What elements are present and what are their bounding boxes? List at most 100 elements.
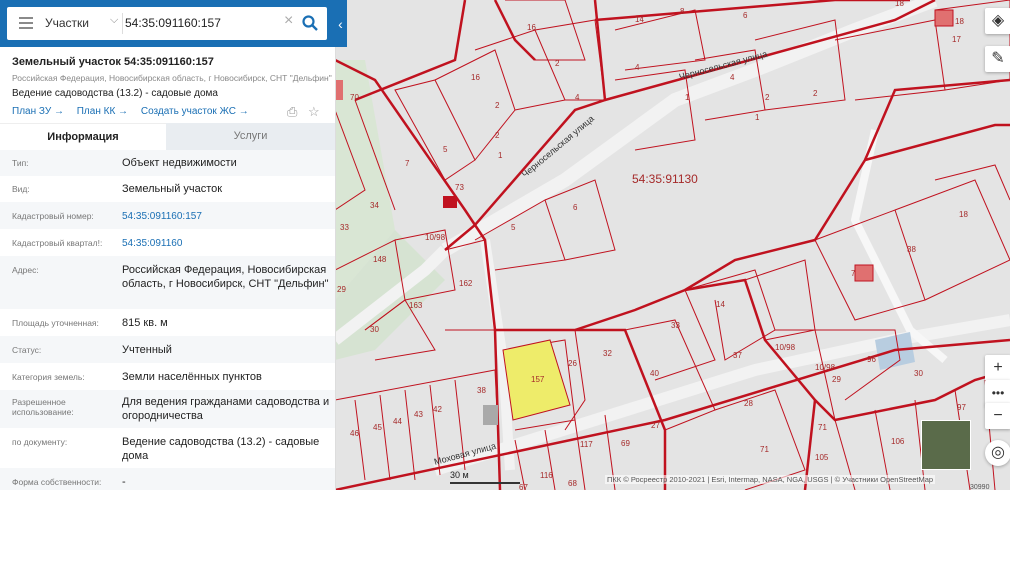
parcel-number[interactable]: 14: [716, 300, 725, 309]
parcel-number[interactable]: 43: [414, 410, 423, 419]
parcel-number[interactable]: 32: [603, 349, 612, 358]
parcel-number[interactable]: 18: [895, 0, 904, 8]
parcel-number[interactable]: 34: [370, 201, 379, 210]
parcel-number[interactable]: 10/98: [425, 233, 446, 242]
parcel-number[interactable]: 163: [409, 301, 423, 310]
parcel-number[interactable]: 7: [405, 159, 410, 168]
scale-label: 30 м: [450, 470, 469, 480]
parcel-number[interactable]: 68: [568, 479, 577, 488]
parcel-number[interactable]: 5: [511, 223, 516, 232]
parcel-number[interactable]: 71: [760, 445, 769, 454]
tab-info[interactable]: Информация: [0, 123, 166, 151]
parcel-number[interactable]: 1: [498, 151, 503, 160]
print-icon[interactable]: ⎙: [287, 104, 297, 120]
parcel-number[interactable]: 96: [867, 355, 876, 364]
parcel-number[interactable]: 2: [495, 131, 500, 140]
search-input[interactable]: 54:35:091160:157: [125, 16, 221, 30]
parcel-number[interactable]: 97: [957, 403, 966, 412]
parcel-number[interactable]: 38: [907, 245, 916, 254]
row-label: Статус:: [12, 345, 42, 355]
parcel-number[interactable]: 116: [540, 471, 553, 480]
parcel-number[interactable]: 117: [580, 440, 593, 449]
parcel-number[interactable]: 29: [337, 285, 346, 294]
parcel-number[interactable]: 162: [459, 279, 473, 288]
parcel-number[interactable]: 29: [832, 375, 841, 384]
parcel-number[interactable]: 30: [370, 325, 379, 334]
zoom-in-icon: +: [993, 359, 1003, 376]
table-row: Разрешенное использование: Для ведения г…: [0, 390, 335, 428]
parcel-number[interactable]: 40: [650, 369, 659, 378]
parcel-number[interactable]: 2: [555, 59, 560, 68]
parcel-number[interactable]: 44: [393, 417, 402, 426]
cadastral-map[interactable]: 14 8 6 18 17 18 16 2 16 4 4 1 4 2 2 1 7 5 2 2 1 6 5 34 33 148 162 2…: [335, 0, 1010, 490]
parcel-number[interactable]: 4: [635, 63, 640, 72]
map-canvas[interactable]: 148 61817181621644142 21752216534331481622…: [335, 0, 1010, 490]
locate-button[interactable]: ◎: [985, 440, 1010, 466]
search-icon[interactable]: [301, 14, 319, 32]
tabs: Информация Услуги: [0, 123, 335, 151]
parcel-number[interactable]: 6: [743, 11, 748, 20]
parcel-number[interactable]: 18: [959, 210, 968, 219]
parcel-number[interactable]: 33: [340, 223, 349, 232]
parcel-number[interactable]: 18: [955, 17, 964, 26]
parcel-number[interactable]: 69: [621, 439, 630, 448]
building: [443, 196, 457, 208]
tab-services[interactable]: Услуги: [166, 123, 335, 150]
parcel-number[interactable]: 1: [685, 93, 690, 102]
parcel-number[interactable]: 4: [730, 73, 735, 82]
parcel-number[interactable]: 7: [851, 269, 856, 278]
parcel-number[interactable]: 8: [680, 7, 685, 16]
parcel-number[interactable]: 30: [914, 369, 923, 378]
selected-parcel-label[interactable]: 157: [531, 375, 545, 384]
parcel-number[interactable]: 5: [443, 145, 448, 154]
parcel-number[interactable]: 4: [575, 93, 580, 102]
plan-zu-link[interactable]: План ЗУ →: [12, 106, 64, 117]
parcel-number[interactable]: 16: [527, 23, 536, 32]
parcel-number[interactable]: 33: [671, 321, 680, 330]
cadastral-quarter-link[interactable]: 54:35:091160: [122, 237, 332, 251]
search-box: Участки ⌵ 54:35:091160:157 ×: [7, 7, 327, 40]
parcel-number[interactable]: 10/98: [775, 343, 796, 352]
parcel-number[interactable]: 106: [891, 437, 905, 446]
parcel-number[interactable]: 45: [373, 423, 382, 432]
parcel-number[interactable]: 37: [733, 351, 742, 360]
collapse-panel-button[interactable]: ‹: [334, 14, 347, 34]
parcel-number[interactable]: 38: [477, 386, 486, 395]
parcel-number[interactable]: 71: [818, 423, 827, 432]
parcel-number[interactable]: 27: [651, 421, 660, 430]
layers-button[interactable]: ◈: [985, 8, 1010, 34]
parcel-number[interactable]: 2: [495, 101, 500, 110]
parcel-number[interactable]: 14: [635, 15, 644, 24]
parcel-number[interactable]: 26: [568, 359, 577, 368]
parcel-number[interactable]: 6: [573, 203, 578, 212]
parcel-number[interactable]: 10/98: [815, 363, 836, 372]
parcel-number[interactable]: 70: [350, 93, 359, 102]
zoom-out-button[interactable]: −: [985, 403, 1010, 429]
parcel-number[interactable]: 1: [755, 113, 760, 122]
table-row: Тип: Объект недвижимости: [0, 150, 335, 176]
parcel-number[interactable]: 17: [952, 35, 961, 44]
parcel-number[interactable]: 42: [433, 405, 442, 414]
parcel-number[interactable]: 2: [765, 93, 770, 102]
menu-icon[interactable]: [19, 17, 33, 29]
object-use: Ведение садоводства (13.2) - садовые дом…: [12, 88, 218, 99]
parcel-number[interactable]: 105: [815, 453, 829, 462]
chevron-down-icon[interactable]: ⌵: [110, 14, 118, 27]
category-select[interactable]: Участки: [45, 16, 89, 30]
parcel-number[interactable]: 2: [813, 89, 818, 98]
parcel-number[interactable]: 28: [744, 399, 753, 408]
scale-bar: [450, 482, 520, 484]
ruler-button[interactable]: ✎: [985, 46, 1010, 72]
parcel-number[interactable]: 73: [455, 183, 464, 192]
star-icon[interactable]: ☆: [308, 104, 320, 120]
parcel-number[interactable]: 46: [350, 429, 359, 438]
minimap[interactable]: [921, 420, 971, 470]
parcel-number[interactable]: 16: [471, 73, 480, 82]
cadastral-number-link[interactable]: 54:35:091160:157: [122, 210, 332, 224]
zoom-in-button[interactable]: +: [985, 355, 1010, 381]
parcel-number[interactable]: 67: [519, 483, 528, 490]
plan-kk-link[interactable]: План КК →: [77, 106, 128, 117]
parcel-number[interactable]: 148: [373, 255, 387, 264]
close-icon[interactable]: ×: [284, 12, 293, 30]
create-parcel-link[interactable]: Создать участок ЖС →: [141, 106, 249, 117]
